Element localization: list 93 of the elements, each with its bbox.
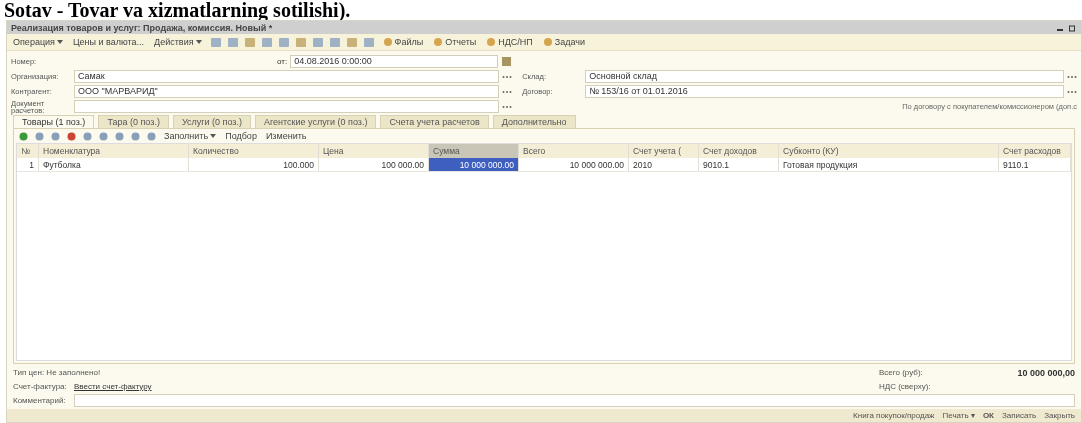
page-heading: Sotav - Tovar va xizmatlarning sotilishi). — [3, 0, 351, 20]
calendar-icon[interactable] — [501, 56, 513, 67]
restore-button[interactable] — [1067, 22, 1077, 33]
table-cell: 9110.1 — [999, 158, 1071, 172]
toolbar-button[interactable]: Отчеты — [431, 37, 479, 47]
ellipsis-icon[interactable] — [1067, 74, 1077, 79]
table-tool-icon[interactable] — [50, 130, 61, 142]
column-header[interactable]: Счет расходов — [999, 144, 1071, 158]
table-tool-icon[interactable] — [130, 130, 141, 142]
toolbar-circle-icon — [433, 37, 444, 47]
table-tool-icon[interactable] — [66, 130, 77, 142]
table-toolbar-button[interactable]: Изменить — [263, 131, 309, 141]
total-label: Всего (руб): — [879, 368, 924, 377]
field-label: Комментарий: — [13, 396, 67, 405]
column-header[interactable]: Счет учета ( — [629, 144, 699, 158]
toolbar-button[interactable]: Задачи — [540, 37, 588, 47]
table-tool-icon[interactable] — [146, 130, 157, 142]
vat-label: НДС (сверху): — [879, 382, 932, 391]
toolbar-circle-icon — [382, 37, 393, 47]
input-field[interactable]: Самак — [74, 70, 500, 83]
table-cell: 1 — [17, 158, 39, 172]
table-cell: Готовая продукция — [779, 158, 999, 172]
invoice-link[interactable]: Ввести счет-фактуру — [74, 382, 152, 391]
table-toolbar-button[interactable]: Подбор — [223, 131, 259, 141]
column-header[interactable]: Всего — [519, 144, 629, 158]
tab[interactable]: Дополнительно — [492, 115, 576, 128]
ellipsis-icon[interactable] — [502, 104, 513, 109]
toolbar-icon[interactable] — [243, 36, 256, 48]
toolbar-icon[interactable] — [226, 36, 239, 48]
tab[interactable]: Счета учета расчетов — [380, 115, 489, 128]
table-cell: 9010.1 — [699, 158, 779, 172]
toolbar-icon[interactable] — [345, 36, 358, 48]
toolbar-icon[interactable] — [328, 36, 341, 48]
status-bar-button[interactable]: Записать — [1002, 411, 1037, 420]
table-cell: 2010 — [629, 158, 699, 172]
table-tool-icon[interactable] — [34, 130, 45, 142]
table-cell: 100 000.00 — [319, 158, 429, 172]
column-header[interactable]: № — [17, 144, 39, 158]
toolbar-menu-button[interactable]: Действия — [152, 37, 204, 47]
toolbar-icon[interactable] — [362, 36, 375, 48]
toolbar-button[interactable]: Файлы — [380, 37, 426, 47]
comment-field[interactable] — [74, 394, 1075, 407]
table-tool-icon[interactable] — [114, 130, 125, 142]
toolbar-icon[interactable] — [294, 36, 307, 48]
tab[interactable]: Услуги (0 поз.) — [172, 115, 251, 128]
input-field[interactable]: № 153/16 от 01.01.2016 — [585, 85, 1064, 98]
window-title: Реализация товаров и услуг: Продажа, комиссия. Новый * — [11, 22, 273, 33]
input-field[interactable] — [74, 100, 500, 113]
column-header[interactable]: Номенклатура — [39, 144, 189, 158]
table-cell: 10 000 000.00 — [519, 158, 629, 172]
table-tool-icon[interactable] — [18, 130, 29, 142]
field-label: Счет-фактура: — [13, 382, 68, 391]
toolbar-button[interactable]: Цены и валюта... — [70, 37, 147, 47]
caret-icon — [56, 39, 63, 45]
table-cell: 10 000 000.00 — [429, 158, 519, 172]
ellipsis-icon[interactable] — [502, 89, 513, 94]
toolbar-button[interactable]: НДС/НП — [484, 37, 535, 47]
ellipsis-icon[interactable] — [502, 74, 513, 79]
price-type-text: Тип цен: Не заполнено! — [13, 368, 101, 377]
tab[interactable]: Агентские услуги (0 поз.) — [255, 115, 377, 128]
tab[interactable]: Тара (0 поз.) — [98, 115, 169, 128]
column-header[interactable]: Сумма — [429, 144, 519, 158]
toolbar-icon[interactable] — [311, 36, 324, 48]
minimize-icon — [1057, 29, 1063, 31]
status-bar-button[interactable]: Печать ▾ — [942, 411, 975, 420]
status-bar-button[interactable]: ОК — [982, 411, 994, 420]
tab[interactable]: Товары (1 поз.) — [13, 115, 95, 128]
table-tool-icon[interactable] — [98, 130, 109, 142]
total-value: 10 000 000,00 — [1016, 367, 1075, 378]
input-field[interactable]: ООО "МАРВАРИД" — [74, 85, 500, 98]
input-field[interactable]: Основной склад — [585, 70, 1064, 83]
table-toolbar-button[interactable]: Заполнить — [162, 131, 219, 141]
toolbar-icon[interactable] — [277, 36, 290, 48]
caret-icon — [195, 39, 202, 45]
field-label: от: — [277, 57, 288, 66]
status-bar-button[interactable]: Книга покупок/продаж — [853, 411, 935, 420]
column-header[interactable]: Субконто (КУ) — [779, 144, 999, 158]
table-cell: Футболка — [39, 158, 189, 172]
toolbar-circle-icon — [486, 37, 497, 47]
table-tool-icon[interactable] — [82, 130, 93, 142]
caret-icon — [210, 133, 217, 139]
toolbar-circle-icon — [542, 37, 553, 47]
column-header[interactable]: Цена — [319, 144, 429, 158]
ellipsis-icon[interactable] — [1067, 89, 1077, 94]
toolbar-icon[interactable] — [260, 36, 273, 48]
table-cell: 100.000 — [189, 158, 319, 172]
toolbar-menu-button[interactable]: Операция — [11, 37, 65, 47]
status-bar-button[interactable]: Закрыть — [1044, 411, 1075, 420]
restore-icon — [1068, 23, 1076, 32]
column-header[interactable]: Количество — [189, 144, 319, 158]
toolbar-icon[interactable] — [209, 36, 222, 48]
date-field[interactable]: 04.08.2016 0:00:00 — [290, 55, 499, 68]
column-header[interactable]: Счет доходов — [699, 144, 779, 158]
